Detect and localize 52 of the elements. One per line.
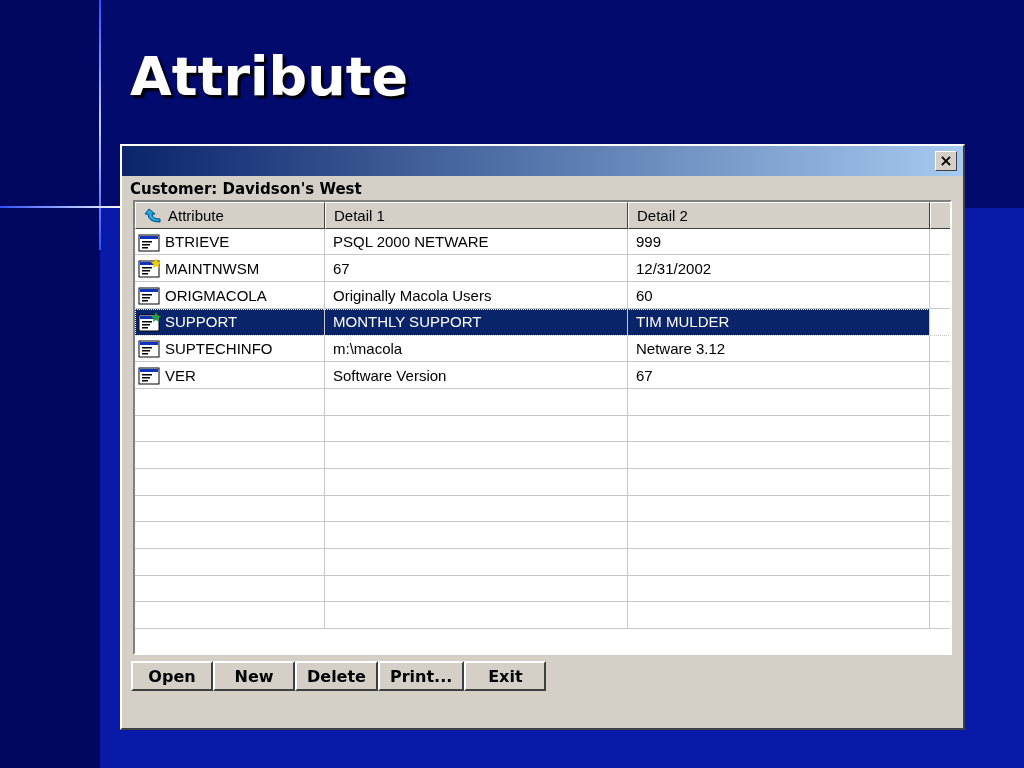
table-cell[interactable]: m:\macola xyxy=(325,335,628,363)
cell-text: MAINTNWSM xyxy=(165,259,260,277)
action-button[interactable]: Open xyxy=(131,661,213,692)
close-button[interactable]: × xyxy=(935,151,957,172)
table-cell[interactable]: TIM MULDER xyxy=(628,308,930,336)
table-cell[interactable]: ORIGMACOLA xyxy=(135,282,325,309)
record-icon xyxy=(138,338,162,359)
cell-text: 60 xyxy=(636,286,653,304)
curved-arrow-icon xyxy=(144,207,162,224)
table-cell[interactable]: 999 xyxy=(628,228,930,256)
record-icon xyxy=(138,285,162,305)
cell-text: 999 xyxy=(636,233,662,251)
cell-text: SUPTECHINFO xyxy=(165,339,273,357)
action-button[interactable]: New xyxy=(213,661,295,692)
action-button[interactable]: Print... xyxy=(377,661,465,692)
slide-title: Attribute xyxy=(130,46,409,109)
record-icon xyxy=(138,231,162,252)
customer-label: Customer: Davidson's West xyxy=(129,179,363,201)
cell-text: TIM MULDER xyxy=(636,313,730,331)
cell-text: SUPPORT xyxy=(165,313,238,331)
table-cell[interactable]: MAINTNWSM xyxy=(135,255,325,283)
table-cell[interactable]: 67 xyxy=(325,255,628,283)
record-icon xyxy=(138,365,162,386)
column-header[interactable]: Attribute xyxy=(135,202,325,230)
cell-text: ORIGMACOLA xyxy=(165,286,267,304)
table-cell[interactable]: 67 xyxy=(628,362,930,389)
table-cell[interactable]: Netware 3.12 xyxy=(628,335,930,363)
table-cell[interactable]: Originally Macola Users xyxy=(325,282,628,309)
cell-text: 67 xyxy=(636,366,653,384)
table-cell[interactable]: PSQL 2000 NETWARE xyxy=(325,228,628,256)
column-header[interactable]: Detail 2 xyxy=(628,202,930,230)
column-header[interactable]: Detail 1 xyxy=(325,202,628,230)
table-cell[interactable]: 60 xyxy=(628,282,930,309)
cell-text: m:\macola xyxy=(333,339,403,357)
cell-text: BTRIEVE xyxy=(165,233,230,251)
table-cell[interactable]: SUPTECHINFO xyxy=(135,335,325,363)
table-cell[interactable]: Software Version xyxy=(325,362,628,389)
action-button[interactable]: Delete xyxy=(295,661,378,692)
cell-text: Netware 3.12 xyxy=(636,339,726,357)
table-cell[interactable]: BTRIEVE xyxy=(135,228,325,256)
action-button[interactable]: Exit xyxy=(464,661,547,692)
table-cell[interactable]: 12/31/2002 xyxy=(628,255,930,283)
table-cell[interactable]: VER xyxy=(135,362,325,389)
cell-text: PSQL 2000 NETWARE xyxy=(333,233,489,251)
table-cell[interactable]: MONTHLY SUPPORT xyxy=(325,308,628,336)
cell-text: MONTHLY SUPPORT xyxy=(333,313,482,331)
cell-text: VER xyxy=(165,366,196,384)
table-cell[interactable]: SUPPORT xyxy=(135,308,325,336)
cell-text: Originally Macola Users xyxy=(333,286,492,304)
cell-text: 67 xyxy=(333,259,350,277)
cell-text: Software Version xyxy=(333,366,447,384)
cell-text: 12/31/2002 xyxy=(636,259,712,277)
